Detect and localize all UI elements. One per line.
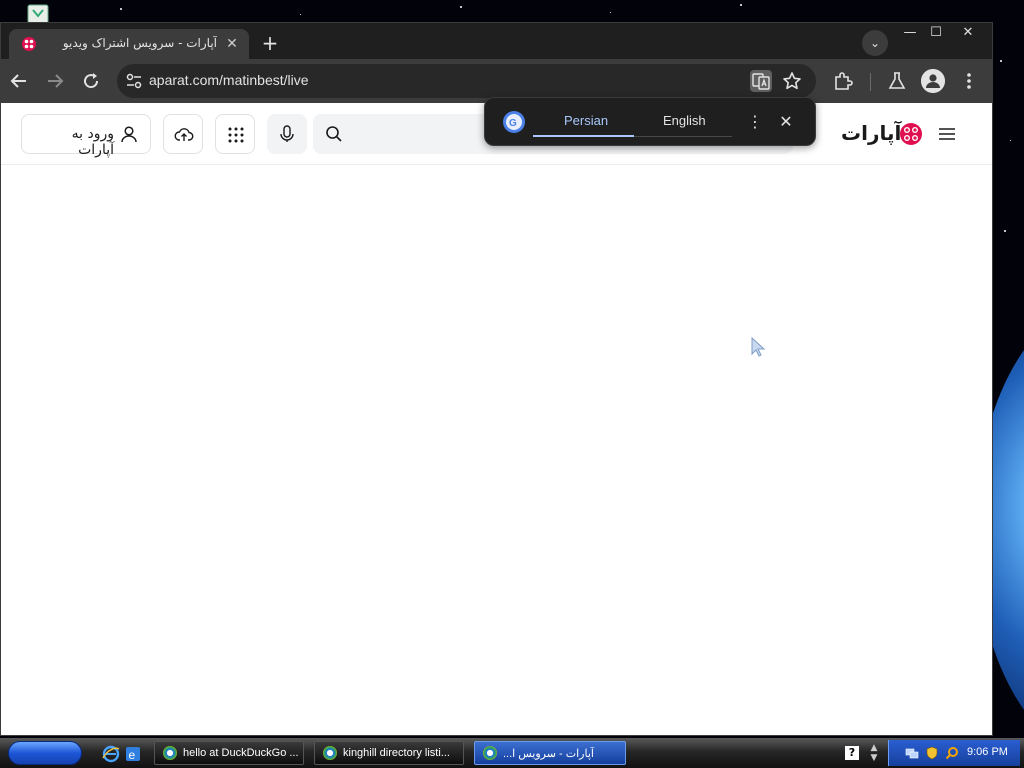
voice-search-button[interactable]: [267, 114, 307, 154]
labs-icon[interactable]: [885, 69, 909, 93]
recycle-bin-icon[interactable]: [24, 2, 52, 24]
login-label: ورود به آپارات: [71, 126, 114, 158]
taskbar-window-label: آپارات - سرویس ا...: [503, 748, 594, 760]
edge-icon[interactable]: e: [124, 745, 142, 763]
menu-icon[interactable]: [957, 69, 981, 93]
search-tray-icon[interactable]: [945, 746, 959, 760]
taskbar-window-button[interactable]: hello at DuckDuckGo ...: [154, 741, 304, 765]
mouse-cursor-icon: [751, 336, 766, 357]
extensions-icon[interactable]: [831, 69, 855, 93]
aparat-favicon-icon: [22, 37, 36, 51]
google-translate-icon: G: [503, 111, 525, 133]
taskbar-window-label: kinghill directory listi...: [343, 747, 450, 759]
tab-strip: آپارات - سرویس اشتراک ویدیو ✕ + ⌄ — ☐ ✕: [1, 23, 992, 59]
taskbar: e hello at DuckDuckGo ... kinghill direc…: [0, 738, 1024, 768]
toolbar-divider: [870, 73, 871, 91]
svg-text:e: e: [129, 748, 136, 762]
translate-close-icon[interactable]: ✕: [775, 111, 797, 133]
site-logo-text[interactable]: آپارات: [841, 121, 901, 145]
svg-text:G: G: [509, 118, 517, 129]
help-icon[interactable]: ?: [845, 746, 859, 760]
login-button[interactable]: ورود به آپارات: [21, 114, 151, 158]
system-tray: 9:06 PM: [888, 740, 1020, 766]
tab-close-icon[interactable]: ✕: [223, 35, 241, 53]
reload-icon[interactable]: [79, 69, 103, 93]
network-icon[interactable]: [905, 746, 919, 760]
upload-icon: [174, 128, 194, 141]
new-tab-button[interactable]: +: [257, 31, 283, 57]
tab-search-button[interactable]: ⌄: [862, 30, 888, 56]
taskbar-clock: 9:06 PM: [967, 746, 1008, 758]
close-window-button[interactable]: ✕: [955, 25, 981, 41]
start-button[interactable]: [8, 741, 82, 765]
apps-grid-icon: [228, 127, 244, 143]
minimize-button[interactable]: —: [897, 25, 923, 41]
user-icon: [121, 126, 137, 143]
tab-title: آپارات - سرویس اشتراک ویدیو: [62, 36, 217, 50]
site-settings-icon[interactable]: [125, 72, 143, 90]
forward-icon[interactable]: [43, 69, 67, 93]
chrome-icon: [483, 746, 497, 760]
maximize-button[interactable]: ☐: [923, 25, 949, 41]
translate-more-options-icon[interactable]: ⋮: [747, 111, 763, 133]
back-icon[interactable]: [7, 69, 31, 93]
translate-icon[interactable]: [750, 70, 772, 92]
upload-button[interactable]: [163, 114, 203, 154]
internet-explorer-icon[interactable]: [102, 745, 120, 763]
microphone-icon: [280, 125, 294, 142]
target-language-tab[interactable]: English: [663, 113, 706, 128]
chrome-icon: [323, 746, 337, 760]
taskbar-window-button-active[interactable]: آپارات - سرویس ا...: [474, 741, 626, 765]
apps-button[interactable]: [215, 114, 255, 154]
hamburger-icon[interactable]: [937, 125, 957, 143]
aparat-logo-icon[interactable]: [899, 122, 923, 146]
security-shield-icon[interactable]: [925, 746, 939, 760]
address-bar[interactable]: aparat.com/matinbest/live: [117, 64, 816, 98]
address-url: aparat.com/matinbest/live: [149, 72, 309, 88]
taskbar-window-label: hello at DuckDuckGo ...: [183, 747, 299, 759]
translate-popup: G Persian English ⋮ ✕: [484, 97, 816, 146]
taskbar-window-button[interactable]: kinghill directory listi...: [314, 741, 464, 765]
chrome-icon: [163, 746, 177, 760]
search-icon[interactable]: [325, 125, 343, 143]
profile-icon[interactable]: [921, 69, 945, 93]
web-page: ورود به آپارات آپارات: [1, 103, 992, 735]
tray-expand-icon[interactable]: ▲ ▼: [868, 743, 880, 763]
active-language-indicator: [533, 135, 634, 137]
source-language-tab[interactable]: Persian: [564, 113, 608, 128]
bookmark-star-icon[interactable]: [781, 70, 803, 92]
language-tab-track: [634, 136, 732, 137]
browser-tab[interactable]: آپارات - سرویس اشتراک ویدیو ✕: [9, 29, 249, 59]
